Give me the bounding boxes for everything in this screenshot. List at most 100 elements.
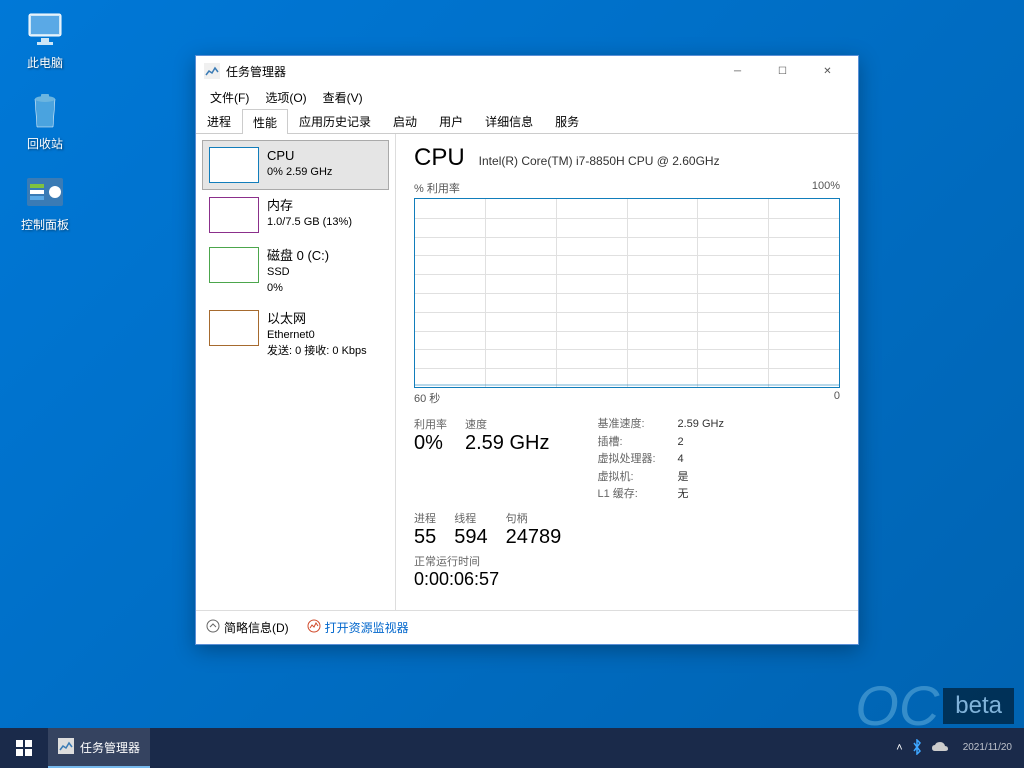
- kv-val: 2.59 GHz: [677, 416, 723, 434]
- trash-icon: [25, 91, 65, 131]
- window-title: 任务管理器: [226, 63, 715, 80]
- disk-thumb-icon: [209, 247, 259, 283]
- sidebar-item-disk[interactable]: 磁盘 0 (C:) SSD 0%: [202, 240, 389, 303]
- app-icon: [58, 738, 74, 757]
- tab-services[interactable]: 服务: [544, 108, 590, 133]
- sidebar-item-cpu[interactable]: CPU 0% 2.59 GHz: [202, 140, 389, 190]
- memory-thumb-icon: [209, 197, 259, 233]
- tray-date-text: 2021/11/20: [963, 742, 1012, 754]
- menu-options[interactable]: 选项(O): [257, 87, 314, 108]
- titlebar[interactable]: 任务管理器 ─ ☐ ✕: [196, 56, 858, 86]
- stat-value: 0%: [414, 432, 447, 455]
- cpu-model: Intel(R) Core(TM) i7-8850H CPU @ 2.60GHz: [479, 154, 720, 168]
- desktop-icon-label: 此电脑: [27, 54, 63, 71]
- brief-info-link[interactable]: 简略信息(D): [206, 619, 289, 636]
- stat-label: 句柄: [506, 510, 562, 526]
- window-controls: ─ ☐ ✕: [715, 56, 850, 86]
- monitor-icon: [307, 619, 321, 636]
- window-footer: 简略信息(D) 打开资源监视器: [196, 610, 858, 644]
- uptime-label: 正常运行时间: [414, 553, 840, 569]
- sidebar-sub: 0% 2.59 GHz: [267, 165, 332, 180]
- kv-key: 虚拟机:: [597, 469, 677, 487]
- main-panel: CPU Intel(R) Core(TM) i7-8850H CPU @ 2.6…: [396, 134, 858, 610]
- tab-performance[interactable]: 性能: [242, 109, 288, 134]
- stat-threads: 线程 594: [454, 510, 487, 549]
- sidebar-item-memory[interactable]: 内存 1.0/7.5 GB (13%): [202, 190, 389, 240]
- stat-processes: 进程 55: [414, 510, 436, 549]
- kv-key: L1 缓存:: [597, 486, 677, 504]
- kv-val: 2: [677, 434, 683, 452]
- kv-val: 4: [677, 451, 683, 469]
- chevron-up-icon: [206, 619, 220, 636]
- cpu-thumb-icon: [209, 147, 259, 183]
- sidebar-title: 以太网: [267, 310, 367, 328]
- sidebar-title: 内存: [267, 197, 352, 215]
- chart-ymax: 100%: [812, 180, 840, 196]
- bluetooth-icon[interactable]: [911, 739, 923, 758]
- desktop-icon-this-pc[interactable]: 此电脑: [10, 10, 80, 71]
- stat-value: 2.59 GHz: [465, 432, 549, 455]
- taskbar-app-label: 任务管理器: [80, 739, 140, 756]
- kv-val: 无: [677, 486, 688, 504]
- chart-line: [415, 384, 839, 386]
- desktop-icon-label: 控制面板: [21, 216, 69, 233]
- cpu-utilization-chart[interactable]: [414, 198, 840, 388]
- tab-bar: 进程 性能 应用历史记录 启动 用户 详细信息 服务: [196, 108, 858, 134]
- kv-val: 是: [677, 469, 688, 487]
- resource-monitor-link[interactable]: 打开资源监视器: [307, 619, 409, 636]
- sidebar-info: 内存 1.0/7.5 GB (13%): [267, 197, 352, 233]
- stat-handles: 句柄 24789: [506, 510, 562, 549]
- start-button[interactable]: [0, 728, 48, 768]
- sidebar-sub: Ethernet0 发送: 0 接收: 0 Kbps: [267, 328, 367, 359]
- content-area: CPU 0% 2.59 GHz 内存 1.0/7.5 GB (13%) 磁盘 0…: [196, 134, 858, 610]
- stat-utilization: 利用率 0%: [414, 416, 447, 504]
- maximize-button[interactable]: ☐: [760, 56, 805, 86]
- tab-users[interactable]: 用户: [428, 108, 474, 133]
- kv-key: 基准速度:: [597, 416, 677, 434]
- main-header: CPU Intel(R) Core(TM) i7-8850H CPU @ 2.6…: [414, 144, 840, 172]
- desktop-icon-label: 回收站: [27, 135, 63, 152]
- taskbar: 任务管理器 ˄ 2021/11/20: [0, 728, 1024, 768]
- tray-datetime[interactable]: 2021/11/20: [957, 742, 1018, 754]
- tab-details[interactable]: 详细信息: [474, 108, 544, 133]
- tab-startup[interactable]: 启动: [382, 108, 428, 133]
- performance-sidebar: CPU 0% 2.59 GHz 内存 1.0/7.5 GB (13%) 磁盘 0…: [196, 134, 396, 610]
- chart-grid: [415, 199, 839, 387]
- tab-processes[interactable]: 进程: [196, 108, 242, 133]
- sidebar-sub: 1.0/7.5 GB (13%): [267, 215, 352, 230]
- stat-label: 进程: [414, 510, 436, 526]
- cpu-details: 基准速度:2.59 GHz 插槽:2 虚拟处理器:4 虚拟机:是 L1 缓存:无: [597, 416, 723, 504]
- stat-speed: 速度 2.59 GHz: [465, 416, 549, 504]
- desktop-icon-control-panel[interactable]: 控制面板: [10, 172, 80, 233]
- stats-row-1: 利用率 0% 速度 2.59 GHz 基准速度:2.59 GHz 插槽:2 虚拟…: [414, 416, 840, 504]
- stats-row-2: 进程 55 线程 594 句柄 24789: [414, 510, 840, 549]
- chart-xmin: 0: [834, 390, 840, 406]
- watermark-beta: beta: [943, 688, 1014, 724]
- stat-label: 速度: [465, 416, 549, 432]
- menu-file[interactable]: 文件(F): [202, 87, 257, 108]
- sidebar-item-ethernet[interactable]: 以太网 Ethernet0 发送: 0 接收: 0 Kbps: [202, 303, 389, 366]
- tray-chevron-icon[interactable]: ˄: [896, 742, 902, 754]
- stat-value: 24789: [506, 526, 562, 549]
- chart-ylabel: % 利用率: [414, 180, 460, 196]
- sidebar-sub: SSD 0%: [267, 265, 329, 296]
- main-title: CPU: [414, 144, 465, 172]
- kv-key: 虚拟处理器:: [597, 451, 677, 469]
- taskbar-app-task-manager[interactable]: 任务管理器: [48, 728, 150, 768]
- tab-app-history[interactable]: 应用历史记录: [288, 108, 382, 133]
- desktop-icon-recycle-bin[interactable]: 回收站: [10, 91, 80, 152]
- brief-info-label: 简略信息(D): [224, 619, 289, 636]
- sidebar-info: CPU 0% 2.59 GHz: [267, 147, 332, 183]
- menu-view[interactable]: 查看(V): [315, 87, 371, 108]
- monitor-icon: [25, 10, 65, 50]
- close-button[interactable]: ✕: [805, 56, 850, 86]
- ethernet-thumb-icon: [209, 310, 259, 346]
- minimize-button[interactable]: ─: [715, 56, 760, 86]
- task-manager-window: 任务管理器 ─ ☐ ✕ 文件(F) 选项(O) 查看(V) 进程 性能 应用历史…: [195, 55, 859, 645]
- onedrive-icon[interactable]: [931, 741, 949, 756]
- stat-value: 55: [414, 526, 436, 549]
- uptime-value: 0:00:06:57: [414, 569, 840, 590]
- desktop-icons: 此电脑 回收站 控制面板: [10, 10, 80, 233]
- stat-value: 594: [454, 526, 487, 549]
- stat-label: 线程: [454, 510, 487, 526]
